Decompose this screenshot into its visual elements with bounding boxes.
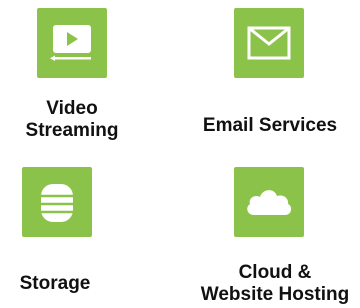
cloud-icon — [234, 167, 304, 237]
email-services-label: Email Services — [180, 115, 360, 137]
email-services-label-line-1: Email Services — [202, 115, 338, 136]
cloud-hosting-label-line-2: Website Hosting — [200, 284, 350, 305]
video-streaming-label-line-1: Video — [46, 98, 98, 119]
envelope-icon — [234, 8, 304, 78]
video-streaming-label-line-2: Streaming — [25, 120, 119, 141]
storage-tile[interactable] — [22, 167, 92, 237]
storage-label: Storage — [0, 273, 110, 295]
cloud-hosting-tile[interactable] — [234, 167, 304, 237]
video-streaming-tile[interactable] — [37, 8, 107, 78]
video-streaming-label: Video Streaming — [2, 98, 142, 142]
video-player-icon — [37, 8, 107, 78]
storage-label-line-1: Storage — [19, 273, 91, 294]
email-services-tile[interactable] — [234, 8, 304, 78]
database-icon — [22, 167, 92, 237]
cloud-hosting-label-line-1: Cloud & — [238, 262, 312, 283]
cloud-hosting-label: Cloud & Website Hosting — [190, 262, 360, 306]
